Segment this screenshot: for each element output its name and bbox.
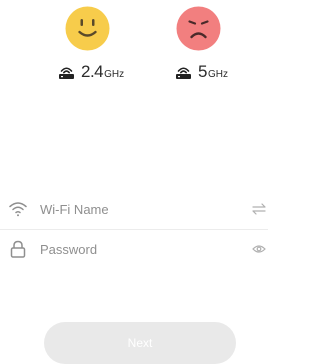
- band-frequency-value: 5: [198, 62, 207, 81]
- eye-icon[interactable]: [252, 242, 266, 256]
- next-button[interactable]: Next: [44, 322, 236, 364]
- band-frequency-unit: GHz: [207, 69, 228, 80]
- smiley-face-icon: [65, 6, 110, 51]
- band-frequency-unit: GHz: [104, 69, 125, 80]
- band-option-2-4ghz: 2.4 GHz: [43, 0, 133, 90]
- router-icon: [58, 65, 75, 80]
- band-label: 5 GHz: [175, 62, 228, 82]
- sad-face-icon: [176, 6, 221, 51]
- wifi-icon: [8, 199, 28, 219]
- band-label: 2.4 GHz: [58, 62, 124, 82]
- switch-network-icon[interactable]: [252, 202, 266, 216]
- band-frequency-value: 2.4: [81, 62, 104, 81]
- wifi-name-input[interactable]: [40, 199, 240, 219]
- password-row: [0, 230, 268, 268]
- wifi-name-row: [0, 190, 268, 228]
- password-input[interactable]: [40, 239, 240, 259]
- router-icon: [175, 65, 192, 80]
- band-option-5ghz: 5 GHz: [154, 0, 244, 90]
- lock-icon: [8, 239, 28, 259]
